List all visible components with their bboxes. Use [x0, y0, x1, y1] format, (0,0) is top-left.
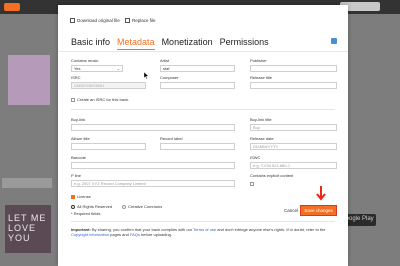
- license-label: License: [77, 194, 91, 199]
- replace-icon: [125, 18, 130, 23]
- arrow-down-icon: [316, 186, 326, 201]
- release-date-input[interactable]: DD/MM/YYYY: [250, 143, 337, 150]
- radio-dot: [71, 204, 75, 209]
- download-label: Download original file: [77, 18, 120, 23]
- tab-permissions[interactable]: Permissions: [220, 37, 269, 50]
- checkbox-box: [250, 182, 254, 186]
- composer-input[interactable]: [160, 82, 235, 89]
- release-title-label: Release title: [250, 75, 273, 80]
- creative-commons-label: Creative Commons: [128, 204, 163, 209]
- download-original-button[interactable]: Download original file: [70, 18, 120, 23]
- explicit-content-checkbox[interactable]: [250, 182, 254, 186]
- contains-music-value: Yes: [74, 66, 81, 71]
- iswc-input[interactable]: e.g. T-034.524.680-1: [250, 162, 337, 169]
- divider: [71, 109, 335, 110]
- upload-disclaimer: Important: By sharing, you confirm that …: [71, 227, 337, 237]
- replace-file-button[interactable]: Replace file: [125, 18, 156, 23]
- disclaimer-text: pages and: [109, 232, 130, 237]
- release-title-input[interactable]: [250, 82, 337, 89]
- divider: [71, 221, 335, 222]
- save-changes-button[interactable]: Save changes: [300, 205, 337, 216]
- p-line-input[interactable]: e.g. 2007 XYZ Record Company Limited: [71, 180, 235, 187]
- release-date-label: Release date: [250, 136, 274, 141]
- buy-link-title-input[interactable]: Buy: [250, 124, 337, 131]
- checkbox-box: [71, 194, 75, 199]
- p-line-label: P line: [71, 173, 81, 178]
- track-row: [2, 178, 52, 188]
- mouse-cursor-icon: [144, 72, 149, 79]
- isrc-input[interactable]: DMBDXB008664: [71, 82, 146, 89]
- copyright-link[interactable]: Copyright information: [71, 232, 109, 237]
- faqs-link[interactable]: FAQs: [130, 232, 140, 237]
- terms-link[interactable]: Terms of use: [193, 227, 216, 232]
- barcode-input[interactable]: [71, 162, 235, 169]
- publisher-input[interactable]: [250, 65, 337, 72]
- composer-label: Composer: [160, 75, 179, 80]
- track-artwork-let-me-love-you: LET ME LOVE YOU: [5, 205, 51, 253]
- album-title-input[interactable]: [71, 143, 146, 150]
- tab-basic-info[interactable]: Basic info: [71, 37, 110, 50]
- isrc-label: ISRC: [71, 75, 81, 80]
- logo-icon: [4, 3, 20, 11]
- tab-metadata[interactable]: Metadata: [117, 37, 155, 50]
- chevron-down-icon: ⌄: [116, 66, 120, 71]
- buy-link-title-label: Buy-link title: [250, 117, 272, 122]
- buy-link-input[interactable]: [71, 124, 235, 131]
- contains-music-select[interactable]: Yes ⌄: [71, 65, 123, 72]
- all-rights-radio[interactable]: All Rights Reserved: [71, 204, 112, 209]
- buy-link-label: Buy-link: [71, 117, 86, 122]
- artist-input[interactable]: staf: [160, 65, 235, 72]
- record-label-input[interactable]: [160, 143, 235, 150]
- artist-label: Artist: [160, 58, 170, 63]
- all-rights-label: All Rights Reserved: [77, 204, 113, 209]
- divider: [58, 51, 348, 52]
- tab-monetization[interactable]: Monetization: [162, 37, 213, 50]
- album-title-label: Album title: [71, 136, 90, 141]
- required-fields-note: * Required fields: [71, 211, 101, 216]
- radio-dot: [122, 204, 126, 209]
- barcode-label: Barcode: [71, 155, 86, 160]
- iswc-label: ISWC: [250, 155, 261, 160]
- cancel-button[interactable]: Cancel: [284, 208, 298, 213]
- record-label-label: Record label: [160, 136, 183, 141]
- publisher-label: Publisher: [250, 58, 267, 63]
- disclaimer-text: before uploading.: [139, 232, 172, 237]
- checkbox-box: [71, 97, 75, 102]
- replace-label: Replace file: [132, 18, 156, 23]
- tab-bar: Basic info Metadata Monetization Permiss…: [71, 37, 269, 50]
- create-isrc-label: Create an ISRC for this track.: [77, 97, 130, 102]
- creative-commons-radio[interactable]: Creative Commons: [122, 204, 162, 209]
- contains-music-label: Contains music: [71, 58, 99, 63]
- help-icon[interactable]: [331, 38, 337, 44]
- create-isrc-checkbox[interactable]: Create an ISRC for this track.: [71, 97, 129, 102]
- track-artwork: [8, 55, 50, 105]
- explicit-content-label: Contains explicit content: [250, 173, 294, 178]
- license-checkbox[interactable]: License: [71, 194, 91, 199]
- edit-track-modal: Download original file Replace file Basi…: [58, 5, 348, 266]
- artwork-text: LET ME LOVE YOU: [8, 213, 47, 243]
- disclaimer-text: and don't infringe anyone else's rights.…: [216, 227, 326, 232]
- download-icon: [70, 18, 75, 23]
